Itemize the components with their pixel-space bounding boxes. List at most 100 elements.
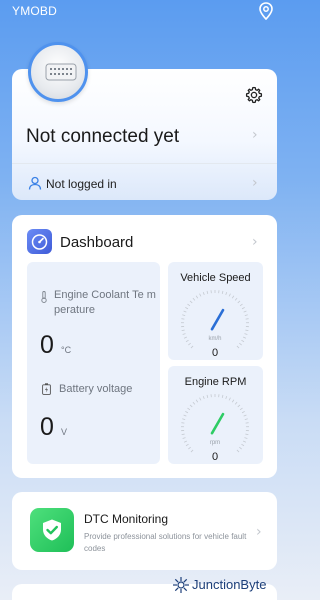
- gauge-tick: [244, 333, 248, 335]
- gauge-tick: [239, 446, 242, 450]
- login-status[interactable]: Not logged in: [46, 177, 117, 191]
- top-bar: YMOBD: [0, 0, 289, 22]
- gauge-tick: [189, 300, 193, 304]
- vehicle-speed-title: Vehicle Speed: [180, 272, 251, 284]
- gauge-tick: [241, 411, 245, 414]
- gauge-tick: [243, 310, 247, 313]
- gauge-tick: [195, 295, 199, 299]
- gauge-tick: [183, 310, 187, 313]
- gauge-tick: [185, 307, 189, 310]
- gauge-needle: [210, 412, 225, 435]
- shield-check-icon: [43, 519, 61, 541]
- coolant-temp-value: 0: [40, 331, 54, 359]
- gauge-tick: [228, 397, 231, 401]
- gauge-tick: [202, 291, 205, 296]
- watermark-text: JunctionByte: [192, 577, 267, 592]
- gauge-tick: [245, 329, 249, 332]
- gauge-tick: [195, 399, 199, 403]
- gauge-tick: [199, 397, 202, 401]
- chevron-right-icon: ›: [256, 524, 262, 540]
- engine-rpm-title: Engine RPM: [184, 376, 247, 388]
- divider: [12, 163, 277, 164]
- gauge-tick: [183, 414, 187, 417]
- app-title: YMOBD: [12, 4, 58, 18]
- thermometer-icon: [41, 291, 47, 303]
- gauge-tick: [185, 443, 189, 447]
- gear-icon[interactable]: [245, 86, 263, 104]
- dtc-title: DTC Monitoring: [84, 512, 169, 526]
- gauge-tick: [225, 395, 228, 400]
- gauge-tick: [244, 437, 248, 439]
- battery-icon: [42, 383, 51, 395]
- gauge-needle: [210, 308, 225, 331]
- gauge-tick: [241, 307, 245, 310]
- gauge-tick: [239, 303, 243, 307]
- gauge-tick: [182, 418, 186, 420]
- gauge-tick: [192, 401, 196, 405]
- user-icon: [28, 176, 42, 190]
- gauge-tick: [183, 336, 188, 339]
- gauge-tick: [236, 449, 240, 453]
- gauge-tick: [187, 407, 191, 411]
- rpm-unit: rpm: [209, 440, 221, 446]
- battery-voltage-label: Battery voltage: [59, 383, 133, 395]
- gauge-tick: [236, 345, 240, 349]
- gauge-tick: [181, 433, 185, 436]
- obd-adapter-avatar[interactable]: [28, 42, 88, 102]
- dtc-description: Provide professional solutions for vehic…: [84, 532, 247, 553]
- gauge-tick: [192, 297, 196, 301]
- gauge-tick: [190, 449, 194, 453]
- gauge-tick: [225, 291, 228, 296]
- gauge-tick: [189, 404, 193, 408]
- gauge-tick: [244, 314, 248, 316]
- speedometer-icon: [31, 234, 48, 250]
- dtc-icon-tile: [30, 508, 74, 552]
- gauge-tick: [188, 342, 191, 346]
- dashboard-icon-tile: [27, 229, 52, 254]
- junctionbyte-logo-icon: [173, 577, 189, 593]
- battery-voltage-value: 0: [40, 413, 54, 441]
- gauge-tick: [221, 394, 224, 398]
- chevron-right-icon: ›: [252, 127, 258, 143]
- gauge-tick: [182, 437, 186, 439]
- gauge-tick: [206, 290, 209, 294]
- rpm-value: 0: [211, 451, 219, 463]
- gauge-tick: [237, 404, 241, 408]
- coolant-temp-unit: °C: [61, 345, 72, 355]
- gauge-tick: [244, 418, 248, 420]
- gauge-tick: [242, 440, 247, 443]
- coolant-temp-label: Engine Coolant Te mperature: [54, 289, 156, 316]
- gauge-tick: [199, 293, 202, 297]
- gauge-tick: [188, 446, 191, 450]
- gauge-tick: [185, 339, 189, 343]
- gauge-tick: [187, 303, 191, 307]
- obd-adapter-icon: [45, 63, 77, 81]
- connection-status[interactable]: Not connected yet: [26, 126, 179, 148]
- speed-value: 0: [211, 347, 219, 359]
- battery-voltage-unit: V: [61, 427, 68, 437]
- location-pin-icon[interactable]: [258, 2, 274, 20]
- gauge-tick: [231, 295, 235, 299]
- gauge-tick: [228, 293, 231, 297]
- gauge-tick: [182, 333, 186, 335]
- gauge-tick: [182, 314, 186, 316]
- gauge-tick: [183, 440, 188, 443]
- gauge-tick: [245, 433, 249, 436]
- gauge-tick: [234, 297, 238, 301]
- gauge-tick: [202, 395, 205, 400]
- gauge-tick: [221, 290, 224, 294]
- chevron-right-icon: ›: [252, 175, 258, 191]
- gauge-tick: [241, 339, 245, 343]
- gauge-tick: [242, 336, 247, 339]
- chevron-right-icon: ›: [252, 234, 258, 250]
- gauge-tick: [239, 342, 242, 346]
- dashboard-title[interactable]: Dashboard: [60, 234, 133, 251]
- speed-unit: km/h: [208, 336, 222, 342]
- gauge-tick: [181, 329, 185, 332]
- gauge-tick: [185, 411, 189, 414]
- gauge-tick: [234, 401, 238, 405]
- gauge-tick: [231, 399, 235, 403]
- gauge-tick: [237, 300, 241, 304]
- gauge-tick: [206, 394, 209, 398]
- gauge-tick: [241, 443, 245, 447]
